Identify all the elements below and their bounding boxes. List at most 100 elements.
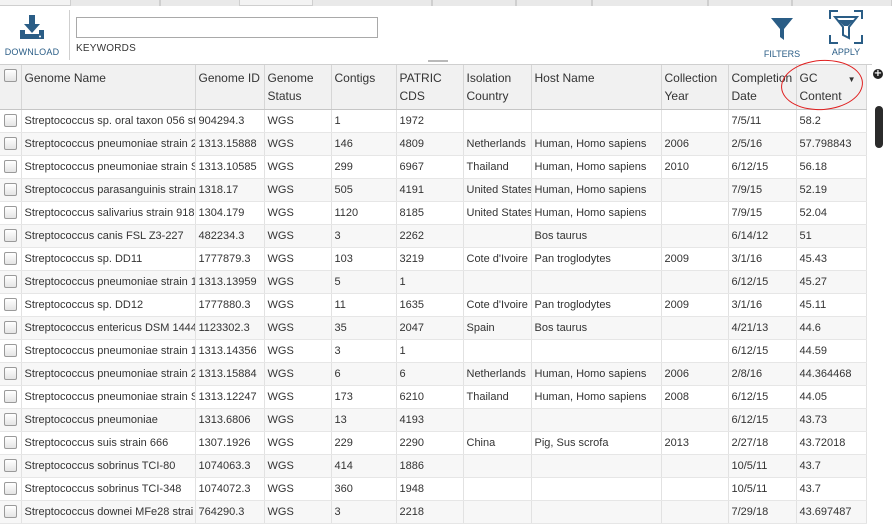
row-select-cell[interactable]	[0, 293, 22, 317]
cell-collection-year	[661, 178, 729, 202]
cell-host-name	[531, 270, 662, 294]
row-select-cell[interactable]	[0, 477, 22, 501]
row-select-cell[interactable]	[0, 431, 22, 455]
row-checkbox[interactable]	[3, 274, 17, 288]
row-select-cell[interactable]	[0, 201, 22, 225]
cell-host-name: Human, Homo sapiens	[531, 201, 662, 225]
keywords-input[interactable]	[76, 17, 378, 38]
scrollbar-track[interactable]	[872, 86, 886, 529]
cell-completion-date: 6/12/15	[728, 155, 797, 179]
cell-genome-id: 1313.6806	[195, 408, 265, 432]
table-row[interactable]: Streptococcus suis strain 666 1307.1926 WG…	[0, 431, 867, 455]
cell-host-name: Human, Homo sapiens	[531, 362, 662, 386]
table-row[interactable]: Streptococcus pneumoniae strain S 1313.10…	[0, 155, 867, 179]
row-select-cell[interactable]	[0, 155, 22, 179]
row-select-cell[interactable]	[0, 454, 22, 478]
row-checkbox[interactable]	[3, 159, 17, 173]
column-header-genome-status[interactable]: Genome Status	[264, 65, 332, 110]
row-select-cell[interactable]	[0, 247, 22, 271]
row-checkbox[interactable]	[3, 251, 17, 265]
cell-patric-cds: 4809	[396, 132, 464, 156]
cell-collection-year	[661, 201, 729, 225]
cell-genome-id: 1313.10585	[195, 155, 265, 179]
row-checkbox[interactable]	[3, 481, 17, 495]
cell-patric-cds: 2262	[396, 224, 464, 248]
row-select-cell[interactable]	[0, 109, 22, 133]
table-row[interactable]: Streptococcus pneumoniae strain S 1313.12…	[0, 385, 867, 409]
column-header-host-name[interactable]: Host Name	[531, 65, 662, 110]
column-header-patric-cds[interactable]: PATRIC CDS	[396, 65, 464, 110]
cell-completion-date: 6/14/12	[728, 224, 797, 248]
cell-gc-content: 43.697487	[796, 500, 867, 524]
filters-button[interactable]: FILTERS	[760, 12, 804, 62]
row-checkbox[interactable]	[3, 136, 17, 150]
select-all-header[interactable]	[0, 65, 22, 110]
table-row[interactable]: Streptococcus pneumoniae strain 1 1313.13…	[0, 270, 867, 294]
add-column-icon[interactable]: +	[873, 69, 883, 79]
cell-completion-date: 3/1/16	[728, 247, 797, 271]
column-header-genome-id[interactable]: Genome ID	[195, 65, 265, 110]
row-checkbox[interactable]	[3, 504, 17, 518]
row-select-cell[interactable]	[0, 270, 22, 294]
table-row[interactable]: Streptococcus canis FSL Z3-227 482234.3 WG…	[0, 224, 867, 248]
cell-genome-status: WGS	[264, 155, 332, 179]
row-select-cell[interactable]	[0, 224, 22, 248]
cell-contigs: 35	[331, 316, 397, 340]
cell-contigs: 3	[331, 500, 397, 524]
table-row[interactable]: Streptococcus pneumoniae strain 1 1313.14…	[0, 339, 867, 363]
row-checkbox[interactable]	[3, 389, 17, 403]
apply-button[interactable]: APPLY	[824, 10, 868, 62]
row-select-cell[interactable]	[0, 362, 22, 386]
table-row[interactable]: Streptococcus parasanguinis strain 1318.1…	[0, 178, 867, 202]
row-select-cell[interactable]	[0, 132, 22, 156]
table-row[interactable]: Streptococcus downei MFe28 strai 764290.3…	[0, 500, 867, 524]
row-checkbox[interactable]	[3, 297, 17, 311]
cell-collection-year: 2008	[661, 385, 729, 409]
resize-grip[interactable]	[428, 60, 448, 62]
row-checkbox[interactable]	[3, 320, 17, 334]
cell-genome-id: 1313.15888	[195, 132, 265, 156]
table-row[interactable]: Streptococcus entericus DSM 1444 1123302.…	[0, 316, 867, 340]
row-checkbox[interactable]	[3, 343, 17, 357]
row-select-cell[interactable]	[0, 316, 22, 340]
cell-host-name: Human, Homo sapiens	[531, 132, 662, 156]
cell-isolation-country	[463, 477, 532, 501]
table-row[interactable]: Streptococcus sp. oral taxon 056 st 90429…	[0, 109, 867, 133]
table-row[interactable]: Streptococcus sobrinus TCI-80 1074063.3 WG…	[0, 454, 867, 478]
row-select-cell[interactable]	[0, 385, 22, 409]
row-checkbox[interactable]	[3, 366, 17, 380]
cell-collection-year: 2009	[661, 293, 729, 317]
download-button[interactable]: DOWNLOAD	[0, 10, 64, 64]
cell-collection-year	[661, 408, 729, 432]
row-checkbox[interactable]	[3, 228, 17, 242]
row-select-cell[interactable]	[0, 408, 22, 432]
table-row[interactable]: Streptococcus pneumoniae strain 2 1313.15…	[0, 132, 867, 156]
column-header-contigs[interactable]: Contigs	[331, 65, 397, 110]
select-all-checkbox[interactable]	[3, 69, 17, 83]
row-checkbox[interactable]	[3, 458, 17, 472]
row-select-cell[interactable]	[0, 500, 22, 524]
column-header-gc-content[interactable]: GC Content ▼	[796, 65, 867, 110]
cell-isolation-country: Thailand	[463, 385, 532, 409]
table-row[interactable]: Streptococcus salivarius strain 918 1304.…	[0, 201, 867, 225]
row-checkbox[interactable]	[3, 182, 17, 196]
table-row[interactable]: Streptococcus pneumoniae strain 2 1313.15…	[0, 362, 867, 386]
column-header-genome-name[interactable]: Genome Name	[21, 65, 196, 110]
row-select-cell[interactable]	[0, 339, 22, 363]
row-checkbox[interactable]	[3, 113, 17, 127]
scrollbar-thumb[interactable]	[875, 106, 883, 148]
cell-genome-name: Streptococcus sobrinus TCI-348	[21, 477, 196, 501]
column-header-completion-date[interactable]: Completion Date	[728, 65, 797, 110]
cell-genome-id: 904294.3	[195, 109, 265, 133]
table-row[interactable]: Streptococcus sobrinus TCI-348 1074072.3 W…	[0, 477, 867, 501]
row-select-cell[interactable]	[0, 178, 22, 202]
row-checkbox[interactable]	[3, 412, 17, 426]
column-header-collection-year[interactable]: Collection Year	[661, 65, 729, 110]
row-checkbox[interactable]	[3, 205, 17, 219]
table-row[interactable]: Streptococcus pneumoniae 1313.6806 WGS 13 41…	[0, 408, 867, 432]
filters-label: FILTERS	[763, 49, 801, 59]
column-header-isolation-country[interactable]: Isolation Country	[463, 65, 532, 110]
table-row[interactable]: Streptococcus sp. DD12 1777880.3 WGS 11 1635…	[0, 293, 867, 317]
row-checkbox[interactable]	[3, 435, 17, 449]
table-row[interactable]: Streptococcus sp. DD11 1777879.3 WGS 103 321…	[0, 247, 867, 271]
